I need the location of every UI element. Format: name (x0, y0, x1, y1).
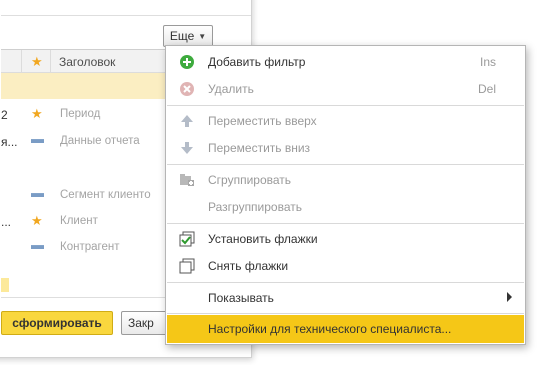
more-dropdown-menu: Добавить фильтр Ins Удалить Del Перемест… (165, 45, 526, 345)
column-divider (21, 50, 22, 72)
menu-item-add-filter[interactable]: Добавить фильтр Ins (167, 48, 524, 76)
highlight-marker (1, 278, 9, 292)
menu-item-technical-settings[interactable]: Настройки для технического специалиста..… (167, 315, 524, 343)
row-title: Клиент (60, 215, 98, 227)
generate-button[interactable]: сформировать (1, 311, 113, 335)
row-title: Период (60, 108, 101, 120)
more-button[interactable]: Еще ▼ (163, 25, 213, 47)
dash-icon[interactable]: ▬ (31, 131, 44, 146)
chevron-down-icon: ▼ (198, 31, 207, 41)
title-column-header[interactable]: Заголовок (59, 55, 115, 69)
menu-separator (167, 282, 524, 283)
check-all-icon (179, 231, 195, 247)
menu-item-label: Сгруппировать (208, 173, 292, 187)
arrow-up-icon (181, 115, 193, 127)
uncheck-all-icon (179, 258, 195, 274)
more-button-label: Еще (169, 29, 195, 43)
menu-item-label: Добавить фильтр (208, 55, 306, 69)
plus-circle-icon (180, 55, 194, 69)
submenu-arrow-icon (507, 292, 512, 302)
menu-item-label: Разгруппировать (208, 200, 303, 214)
arrow-down-icon (181, 142, 193, 154)
row-number: я... (1, 135, 18, 149)
dash-icon[interactable]: ▬ (31, 237, 44, 252)
row-number: 2 (1, 108, 8, 122)
menu-item-shortcut: Ins (479, 55, 496, 69)
star-column-icon[interactable]: ★ (31, 54, 43, 70)
menu-item-label: Снять флажки (208, 259, 289, 273)
menu-separator (167, 223, 524, 224)
menu-item-label: Удалить (208, 82, 254, 96)
star-icon[interactable]: ★ (31, 106, 43, 122)
menu-item-move-up[interactable]: Переместить вверх (167, 107, 524, 135)
menu-separator (167, 313, 524, 314)
menu-item-uncheck-all[interactable]: Снять флажки (167, 252, 524, 280)
star-icon[interactable]: ★ (31, 213, 43, 229)
dash-icon[interactable]: ▬ (31, 185, 44, 200)
menu-item-label: Установить флажки (208, 232, 318, 246)
menu-separator (167, 164, 524, 165)
menu-item-label: Переместить вниз (208, 141, 311, 155)
row-title: Данные отчета (60, 135, 140, 147)
column-divider (50, 50, 51, 72)
menu-item-show[interactable]: Показывать (167, 284, 524, 312)
menu-item-label: Переместить вверх (208, 114, 317, 128)
menu-separator (167, 105, 524, 106)
menu-item-shortcut: Del (477, 82, 496, 96)
menu-item-check-all[interactable]: Установить флажки (167, 225, 524, 253)
menu-item-group[interactable]: Сгруппировать (167, 166, 524, 194)
menu-item-move-down[interactable]: Переместить вниз (167, 134, 524, 162)
menu-item-label: Настройки для технического специалиста..… (208, 322, 452, 336)
menu-item-delete[interactable]: Удалить Del (167, 75, 524, 103)
row-number: ... (1, 215, 12, 229)
group-folder-icon (180, 174, 194, 186)
menu-item-ungroup[interactable]: Разгруппировать (167, 193, 524, 221)
toolbar-divider (1, 15, 251, 16)
menu-item-label: Показывать (208, 291, 274, 305)
x-circle-icon (180, 82, 194, 96)
row-title: Сегмент клиенто (60, 189, 151, 201)
row-title: Контрагент (60, 241, 120, 253)
